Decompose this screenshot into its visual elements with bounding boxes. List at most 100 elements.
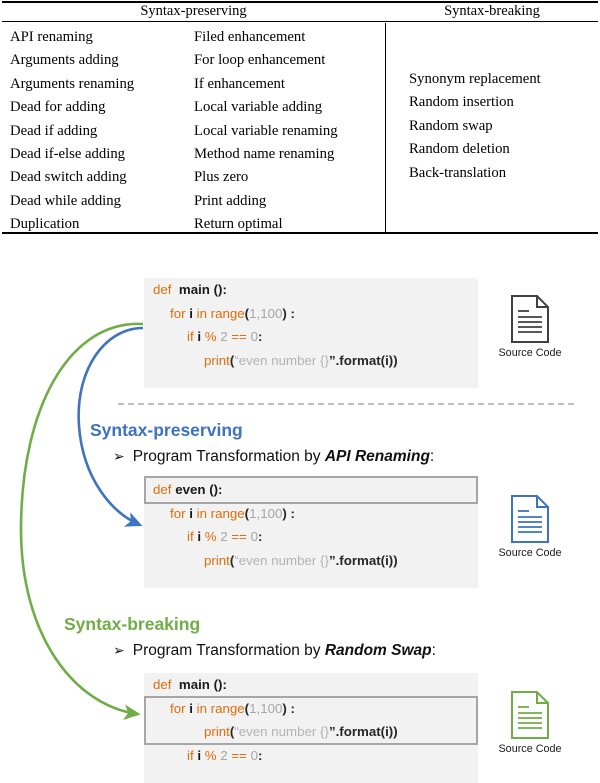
source-code-label: Source Code [498,743,562,755]
code-token: “even number {} [234,552,329,568]
table-cell: Return optimal [194,216,283,233]
code-token: : [286,505,295,521]
code-token: in range [196,700,245,716]
code-line: for i in range(1,100) : [144,697,478,721]
subtitle-suffix: : [431,642,436,659]
code-token: 2 [220,529,232,544]
table-header-rule [2,21,598,22]
table-column-preserving-a: API renaming Arguments adding Arguments re… [10,26,134,237]
code-token: : [286,305,295,321]
code-block-api-renaming: def even (): for i in range(1,100) : if i … [144,478,478,588]
code-token: if [187,529,198,544]
code-line: if i % 2 == 0: [144,325,478,349]
code-token: main (): [175,677,227,692]
code-token: 1,100 [249,505,283,521]
code-token: in range [196,305,245,321]
code-token: : [258,747,263,763]
code-lines-api-renaming: def even (): for i in range(1,100) : if i … [144,478,478,572]
table-cell: If enhancement [194,75,285,92]
table-cell: Plus zero [194,169,249,186]
table-cell: Dead switch adding [10,169,127,186]
code-token: if [187,747,198,763]
code-token: i [189,700,197,716]
code-token: for [170,505,190,521]
table-cell: Dead while adding [10,192,121,209]
code-token: : [286,700,295,716]
code-token: i [197,529,205,544]
table-column-preserving-b: Filed enhancement For loop enhancement If … [194,26,338,237]
code-token: : [258,529,263,544]
table-cell: Dead if-else adding [10,145,126,162]
code-token: 0 [250,329,258,344]
table-cell: Duplication [10,216,80,233]
table-cell: Arguments adding [10,52,119,69]
code-token: 1,100 [249,305,283,321]
code-lines-original: def main (): for i in range(1,100) : if i … [144,278,478,372]
code-token: % [204,529,221,544]
table-cell: Random deletion [409,141,510,158]
source-code-icon-original: Source Code [484,294,576,359]
code-line: print(“even number {}”.format(i)) [144,720,478,744]
code-token: if [187,329,198,344]
code-token: print [204,724,230,739]
code-token: 0 [250,747,258,763]
table-cell: Local variable adding [194,99,323,116]
document-icon [511,295,549,343]
subtitle-emphasis: API Renaming [324,448,430,465]
code-token: main (): [175,282,227,297]
code-token: def [153,282,176,297]
subtitle-api-renaming: ➢ Program Transformation by API Renaming: [113,448,434,466]
document-icon [511,691,549,739]
table-cell: Dead for adding [10,99,106,116]
subtitle-random-swap: ➢ Program Transformation by Random Swap: [113,642,436,660]
code-token: print [204,352,230,368]
code-line: if i % 2 == 0: [144,525,478,549]
code-token: 0 [250,529,258,544]
section-label-syntax-preserving: Syntax-preserving [90,420,243,440]
code-line: def main (): [144,673,478,697]
table-cell: Dead if adding [10,122,98,139]
code-block-original: def main (): for i in range(1,100) : if i … [144,278,478,388]
source-code-label: Source Code [498,547,562,559]
subtitle-emphasis: Random Swap [324,642,432,659]
code-token: ”.format(i)) [328,724,398,739]
code-token: 2 [220,329,232,344]
section-label-syntax-breaking: Syntax-breaking [64,614,201,634]
code-token: “even number {} [234,352,329,368]
table-cell: For loop enhancement [194,52,326,69]
table-cell: Arguments renaming [10,75,135,92]
code-token: “even number {} [234,724,329,739]
code-token: == [231,529,251,544]
table-cell: Method name renaming [194,145,335,162]
table-cell: Print adding [194,192,267,209]
table-column-breaking: Synonym replacement Random insertion Rando… [409,68,541,185]
table-cell: Back-translation [409,164,507,181]
code-token: def [153,482,176,497]
source-code-icon-api-renaming: Source Code [484,494,576,559]
code-token: for [170,305,190,321]
code-token: def [153,677,176,692]
table-cell: Synonym replacement [409,71,541,87]
code-token: % [204,747,221,763]
code-token: i [189,505,197,521]
code-token: i [189,305,197,321]
source-code-label: Source Code [498,347,562,359]
code-line: for i in range(1,100) : [144,302,478,326]
code-line: if i % 2 == 0: [144,744,478,768]
table-cell: Filed enhancement [194,29,306,45]
bullet-arrow-icon: ➢ [113,642,125,658]
code-token: 1,100 [249,700,283,716]
code-token: ”.format(i)) [328,352,398,368]
table-cell: API renaming [10,29,93,45]
transformation-diagram: def main (): for i in range(1,100) : if i … [0,236,600,783]
subtitle-suffix: : [429,448,435,465]
code-token: % [204,329,221,344]
code-token: == [231,329,251,344]
code-line: print(“even number {}”.format(i)) [144,349,478,373]
code-token: for [170,700,190,716]
code-line: def main (): [144,278,478,302]
code-line: print(“even number {}”.format(i)) [144,549,478,573]
table-cell: Random insertion [409,94,514,111]
code-token: : [258,329,263,344]
code-token: print [204,552,230,568]
